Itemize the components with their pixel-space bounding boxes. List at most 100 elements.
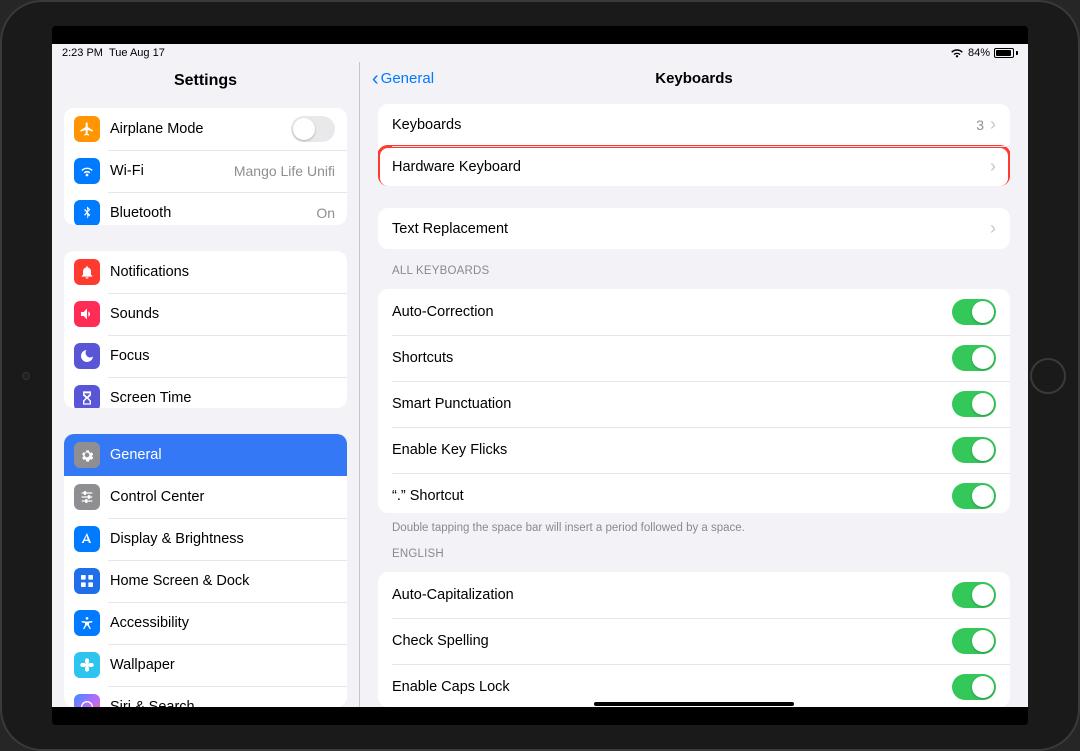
battery-pct: 84% <box>968 47 990 59</box>
row-label: Hardware Keyboard <box>392 159 984 175</box>
all-keyboards-group: Auto-Correction Shortcuts Smart Punctuat… <box>378 289 1010 514</box>
row-label: Auto-Correction <box>392 304 952 320</box>
sidebar-item-accessibility[interactable]: Accessibility <box>64 602 347 644</box>
sidebar-label: Notifications <box>110 264 335 280</box>
sidebar-item-notifications[interactable]: Notifications <box>64 251 347 293</box>
content: 2:23 PM Tue Aug 17 84% Settings <box>52 44 1028 707</box>
row-smart-punctuation[interactable]: Smart Punctuation <box>378 381 1010 427</box>
row-auto-correction[interactable]: Auto-Correction <box>378 289 1010 335</box>
smart-punctuation-toggle[interactable] <box>952 391 996 417</box>
check-spelling-toggle[interactable] <box>952 628 996 654</box>
sidebar-label: Control Center <box>110 489 335 505</box>
sidebar-label: Screen Time <box>110 390 335 406</box>
bluetooth-detail: On <box>316 205 335 221</box>
accessibility-icon <box>74 610 100 636</box>
sidebar-label: Home Screen & Dock <box>110 573 335 589</box>
wifi-icon <box>950 48 964 58</box>
letterbox <box>52 26 1028 44</box>
wifi-icon <box>74 158 100 184</box>
row-label: Shortcuts <box>392 350 952 366</box>
sidebar-item-wallpaper[interactable]: Wallpaper <box>64 644 347 686</box>
shortcuts-toggle[interactable] <box>952 345 996 371</box>
sidebar-item-bluetooth[interactable]: Bluetooth On <box>64 192 347 225</box>
sidebar-item-wifi[interactable]: Wi-Fi Mango Life Unifi <box>64 150 347 192</box>
chevron-right-icon: › <box>990 156 996 177</box>
sidebar-label: Display & Brightness <box>110 531 335 547</box>
screen: 2:23 PM Tue Aug 17 84% Settings <box>52 26 1028 725</box>
sidebar-item-home-screen[interactable]: Home Screen & Dock <box>64 560 347 602</box>
sidebar-group-activity: Notifications Sounds Focus Screen Time <box>64 251 347 407</box>
english-group: Auto-Capitalization Check Spelling Enabl… <box>378 572 1010 707</box>
status-date: Tue Aug 17 <box>109 47 165 59</box>
row-enable-caps-lock[interactable]: Enable Caps Lock <box>378 664 1010 707</box>
period-shortcut-toggle[interactable] <box>952 483 996 509</box>
row-check-spelling[interactable]: Check Spelling <box>378 618 1010 664</box>
airplane-toggle[interactable] <box>291 116 335 142</box>
chevron-right-icon: › <box>990 114 996 135</box>
row-label: Text Replacement <box>392 221 984 237</box>
main-panel: ‹ General Keyboards Keyboards 3 › Hardwa… <box>360 44 1028 707</box>
sidebar-item-screen-time[interactable]: Screen Time <box>64 377 347 407</box>
text-size-icon <box>74 526 100 552</box>
row-auto-capitalization[interactable]: Auto-Capitalization <box>378 572 1010 618</box>
row-shortcuts[interactable]: Shortcuts <box>378 335 1010 381</box>
sidebar: Settings Airplane Mode Wi-Fi Mango Life … <box>52 44 360 707</box>
row-enable-key-flicks[interactable]: Enable Key Flicks <box>378 427 1010 473</box>
bell-icon <box>74 259 100 285</box>
letterbox <box>52 707 1028 725</box>
page-title: Keyboards <box>655 70 733 87</box>
airplane-icon <box>74 116 100 142</box>
sidebar-label: Bluetooth <box>110 205 316 221</box>
row-period-shortcut[interactable]: “.” Shortcut <box>378 473 1010 514</box>
ipad-frame: 2:23 PM Tue Aug 17 84% Settings <box>0 0 1080 751</box>
row-hardware-keyboard[interactable]: Hardware Keyboard › <box>378 146 1010 186</box>
key-flicks-toggle[interactable] <box>952 437 996 463</box>
caps-lock-toggle[interactable] <box>952 674 996 700</box>
keyboards-count: 3 <box>976 117 984 133</box>
section-english: ENGLISH <box>392 548 996 560</box>
sidebar-item-airplane[interactable]: Airplane Mode <box>64 108 347 150</box>
sidebar-label: Focus <box>110 348 335 364</box>
row-text-replacement[interactable]: Text Replacement › <box>378 208 1010 249</box>
sidebar-title: Settings <box>52 66 359 100</box>
home-button[interactable] <box>1030 358 1066 394</box>
hourglass-icon <box>74 385 100 407</box>
siri-icon <box>74 694 100 708</box>
back-button[interactable]: ‹ General <box>372 70 434 87</box>
chevron-left-icon: ‹ <box>372 72 379 86</box>
footer-note: Double tapping the space bar will insert… <box>392 521 996 536</box>
row-label: Enable Key Flicks <box>392 442 952 458</box>
back-label: General <box>381 70 434 87</box>
sidebar-label: Accessibility <box>110 615 335 631</box>
wifi-detail: Mango Life Unifi <box>234 163 335 179</box>
sliders-icon <box>74 484 100 510</box>
sidebar-item-siri[interactable]: Siri & Search <box>64 686 347 708</box>
row-label: Check Spelling <box>392 633 952 649</box>
row-label: Smart Punctuation <box>392 396 952 412</box>
bluetooth-icon <box>74 200 100 225</box>
home-indicator[interactable] <box>594 702 794 706</box>
sidebar-item-control-center[interactable]: Control Center <box>64 476 347 518</box>
sidebar-item-focus[interactable]: Focus <box>64 335 347 377</box>
speaker-icon <box>74 301 100 327</box>
section-all-keyboards: ALL KEYBOARDS <box>392 265 996 277</box>
sidebar-item-sounds[interactable]: Sounds <box>64 293 347 335</box>
chevron-right-icon: › <box>990 218 996 239</box>
grid-icon <box>74 568 100 594</box>
sidebar-label: Siri & Search <box>110 699 335 708</box>
auto-cap-toggle[interactable] <box>952 582 996 608</box>
camera <box>22 372 30 380</box>
sidebar-group-system: General Control Center Display & Brightn… <box>64 434 347 708</box>
sidebar-label: Wallpaper <box>110 657 335 673</box>
row-keyboards[interactable]: Keyboards 3 › <box>378 104 1010 146</box>
auto-correction-toggle[interactable] <box>952 299 996 325</box>
keyboards-group: Keyboards 3 › Hardware Keyboard › <box>378 104 1010 186</box>
sidebar-item-display[interactable]: Display & Brightness <box>64 518 347 560</box>
nav-bar: ‹ General Keyboards <box>360 66 1028 96</box>
sidebar-label: Sounds <box>110 306 335 322</box>
text-group: Text Replacement › <box>378 208 1010 249</box>
sidebar-item-general[interactable]: General <box>64 434 347 476</box>
moon-icon <box>74 343 100 369</box>
status-time: 2:23 PM <box>62 47 103 59</box>
battery-icon <box>994 48 1018 58</box>
